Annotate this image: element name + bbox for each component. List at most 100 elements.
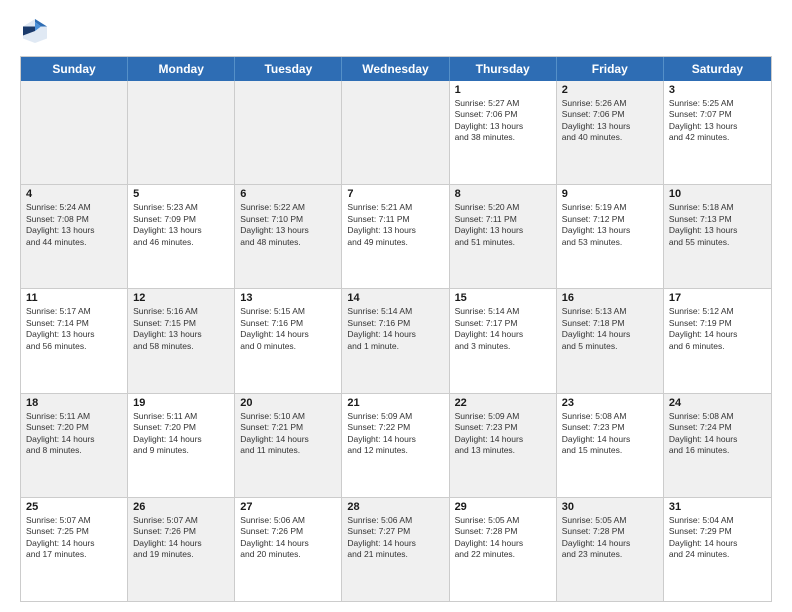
- weekday-header-monday: Monday: [128, 57, 235, 81]
- calendar-cell-29: 29 Sunrise: 5:05 AM Sunset: 7:28 PM Dayli…: [450, 498, 557, 601]
- day-number: 19: [133, 397, 229, 409]
- calendar-cell-30: 30 Sunrise: 5:05 AM Sunset: 7:28 PM Dayli…: [557, 498, 664, 601]
- day-number: 1: [455, 84, 551, 96]
- calendar-cell-8: 8 Sunrise: 5:20 AM Sunset: 7:11 PM Daylig…: [450, 185, 557, 288]
- day-number: 8: [455, 188, 551, 200]
- calendar-cell-6: 6 Sunrise: 5:22 AM Sunset: 7:10 PM Daylig…: [235, 185, 342, 288]
- cell-info: Sunrise: 5:15 AM Sunset: 7:16 PM Dayligh…: [240, 306, 336, 352]
- day-number: 31: [669, 501, 766, 513]
- calendar-cell-19: 19 Sunrise: 5:11 AM Sunset: 7:20 PM Dayli…: [128, 394, 235, 497]
- calendar-body: 1 Sunrise: 5:27 AM Sunset: 7:06 PM Daylig…: [21, 81, 771, 601]
- calendar-cell-18: 18 Sunrise: 5:11 AM Sunset: 7:20 PM Dayli…: [21, 394, 128, 497]
- cell-info: Sunrise: 5:07 AM Sunset: 7:26 PM Dayligh…: [133, 515, 229, 561]
- day-number: 22: [455, 397, 551, 409]
- calendar-cell-14: 14Sunrise: 5:14 AM Sunset: 7:16 PM Dayli…: [342, 289, 449, 392]
- calendar-cell-9: 9 Sunrise: 5:19 AM Sunset: 7:12 PM Daylig…: [557, 185, 664, 288]
- weekday-header-wednesday: Wednesday: [342, 57, 449, 81]
- calendar-cell-12: 12 Sunrise: 5:16 AM Sunset: 7:15 PM Dayli…: [128, 289, 235, 392]
- calendar-row-1: 1 Sunrise: 5:27 AM Sunset: 7:06 PM Daylig…: [21, 81, 771, 185]
- cell-info: Sunrise: 5:16 AM Sunset: 7:15 PM Dayligh…: [133, 306, 229, 352]
- cell-info: Sunrise: 5:20 AM Sunset: 7:11 PM Dayligh…: [455, 202, 551, 248]
- calendar-cell-26: 26Sunrise: 5:07 AM Sunset: 7:26 PM Dayli…: [128, 498, 235, 601]
- day-number: 16: [562, 292, 658, 304]
- calendar-cell-17: 17 Sunrise: 5:12 AM Sunset: 7:19 PM Dayli…: [664, 289, 771, 392]
- cell-info: Sunrise: 5:13 AM Sunset: 7:18 PM Dayligh…: [562, 306, 658, 352]
- cell-info: Sunrise: 5:23 AM Sunset: 7:09 PM Dayligh…: [133, 202, 229, 248]
- calendar-cell-3: 3Sunrise: 5:25 AM Sunset: 7:07 PM Daylig…: [664, 81, 771, 184]
- cell-info: Sunrise: 5:19 AM Sunset: 7:12 PM Dayligh…: [562, 202, 658, 248]
- day-number: 13: [240, 292, 336, 304]
- day-number: 30: [562, 501, 658, 513]
- cell-info: Sunrise: 5:06 AM Sunset: 7:27 PM Dayligh…: [347, 515, 443, 561]
- day-number: 15: [455, 292, 551, 304]
- cell-info: Sunrise: 5:08 AM Sunset: 7:24 PM Dayligh…: [669, 411, 766, 457]
- cell-info: Sunrise: 5:09 AM Sunset: 7:23 PM Dayligh…: [455, 411, 551, 457]
- day-number: 9: [562, 188, 658, 200]
- calendar-cell-1: 1 Sunrise: 5:27 AM Sunset: 7:06 PM Daylig…: [450, 81, 557, 184]
- calendar-cell-11: 11 Sunrise: 5:17 AM Sunset: 7:14 PM Dayli…: [21, 289, 128, 392]
- cell-info: Sunrise: 5:04 AM Sunset: 7:29 PM Dayligh…: [669, 515, 766, 561]
- weekday-header-sunday: Sunday: [21, 57, 128, 81]
- day-number: 24: [669, 397, 766, 409]
- cell-info: Sunrise: 5:27 AM Sunset: 7:06 PM Dayligh…: [455, 98, 551, 144]
- cell-info: Sunrise: 5:17 AM Sunset: 7:14 PM Dayligh…: [26, 306, 122, 352]
- day-number: 2: [562, 84, 658, 96]
- cell-info: Sunrise: 5:07 AM Sunset: 7:25 PM Dayligh…: [26, 515, 122, 561]
- cell-info: Sunrise: 5:11 AM Sunset: 7:20 PM Dayligh…: [26, 411, 122, 457]
- cell-info: Sunrise: 5:11 AM Sunset: 7:20 PM Dayligh…: [133, 411, 229, 457]
- calendar-cell-25: 25 Sunrise: 5:07 AM Sunset: 7:25 PM Dayli…: [21, 498, 128, 601]
- day-number: 27: [240, 501, 336, 513]
- cell-info: Sunrise: 5:22 AM Sunset: 7:10 PM Dayligh…: [240, 202, 336, 248]
- cell-info: Sunrise: 5:24 AM Sunset: 7:08 PM Dayligh…: [26, 202, 122, 248]
- day-number: 4: [26, 188, 122, 200]
- cell-info: Sunrise: 5:05 AM Sunset: 7:28 PM Dayligh…: [562, 515, 658, 561]
- day-number: 11: [26, 292, 122, 304]
- page: SundayMondayTuesdayWednesdayThursdayFrid…: [0, 0, 792, 612]
- cell-info: Sunrise: 5:14 AM Sunset: 7:16 PM Dayligh…: [347, 306, 443, 352]
- calendar-cell-15: 15 Sunrise: 5:14 AM Sunset: 7:17 PM Dayli…: [450, 289, 557, 392]
- header: [20, 16, 772, 46]
- calendar-cell-5: 5 Sunrise: 5:23 AM Sunset: 7:09 PM Daylig…: [128, 185, 235, 288]
- day-number: 12: [133, 292, 229, 304]
- weekday-header-tuesday: Tuesday: [235, 57, 342, 81]
- calendar-cell-13: 13 Sunrise: 5:15 AM Sunset: 7:16 PM Dayli…: [235, 289, 342, 392]
- cell-info: Sunrise: 5:10 AM Sunset: 7:21 PM Dayligh…: [240, 411, 336, 457]
- day-number: 28: [347, 501, 443, 513]
- day-number: 25: [26, 501, 122, 513]
- calendar-cell-empty-0-2: [235, 81, 342, 184]
- calendar: SundayMondayTuesdayWednesdayThursdayFrid…: [20, 56, 772, 602]
- calendar-cell-10: 10Sunrise: 5:18 AM Sunset: 7:13 PM Dayli…: [664, 185, 771, 288]
- day-number: 10: [669, 188, 766, 200]
- day-number: 29: [455, 501, 551, 513]
- calendar-row-3: 11 Sunrise: 5:17 AM Sunset: 7:14 PM Dayli…: [21, 289, 771, 393]
- calendar-cell-21: 21Sunrise: 5:09 AM Sunset: 7:22 PM Dayli…: [342, 394, 449, 497]
- calendar-cell-empty-0-0: [21, 81, 128, 184]
- calendar-cell-16: 16 Sunrise: 5:13 AM Sunset: 7:18 PM Dayli…: [557, 289, 664, 392]
- weekday-header-saturday: Saturday: [664, 57, 771, 81]
- calendar-cell-23: 23Sunrise: 5:08 AM Sunset: 7:23 PM Dayli…: [557, 394, 664, 497]
- cell-info: Sunrise: 5:21 AM Sunset: 7:11 PM Dayligh…: [347, 202, 443, 248]
- calendar-row-2: 4 Sunrise: 5:24 AM Sunset: 7:08 PM Daylig…: [21, 185, 771, 289]
- logo: [20, 16, 54, 46]
- day-number: 7: [347, 188, 443, 200]
- calendar-cell-empty-0-1: [128, 81, 235, 184]
- day-number: 6: [240, 188, 336, 200]
- calendar-cell-22: 22 Sunrise: 5:09 AM Sunset: 7:23 PM Dayli…: [450, 394, 557, 497]
- cell-info: Sunrise: 5:09 AM Sunset: 7:22 PM Dayligh…: [347, 411, 443, 457]
- cell-info: Sunrise: 5:05 AM Sunset: 7:28 PM Dayligh…: [455, 515, 551, 561]
- logo-icon: [20, 16, 50, 46]
- cell-info: Sunrise: 5:14 AM Sunset: 7:17 PM Dayligh…: [455, 306, 551, 352]
- weekday-header-thursday: Thursday: [450, 57, 557, 81]
- calendar-cell-28: 28 Sunrise: 5:06 AM Sunset: 7:27 PM Dayli…: [342, 498, 449, 601]
- calendar-cell-27: 27 Sunrise: 5:06 AM Sunset: 7:26 PM Dayli…: [235, 498, 342, 601]
- calendar-cell-7: 7 Sunrise: 5:21 AM Sunset: 7:11 PM Daylig…: [342, 185, 449, 288]
- day-number: 5: [133, 188, 229, 200]
- cell-info: Sunrise: 5:25 AM Sunset: 7:07 PM Dayligh…: [669, 98, 766, 144]
- calendar-cell-31: 31 Sunrise: 5:04 AM Sunset: 7:29 PM Dayli…: [664, 498, 771, 601]
- day-number: 18: [26, 397, 122, 409]
- day-number: 17: [669, 292, 766, 304]
- calendar-row-5: 25 Sunrise: 5:07 AM Sunset: 7:25 PM Dayli…: [21, 498, 771, 601]
- cell-info: Sunrise: 5:06 AM Sunset: 7:26 PM Dayligh…: [240, 515, 336, 561]
- cell-info: Sunrise: 5:12 AM Sunset: 7:19 PM Dayligh…: [669, 306, 766, 352]
- calendar-header: SundayMondayTuesdayWednesdayThursdayFrid…: [21, 57, 771, 81]
